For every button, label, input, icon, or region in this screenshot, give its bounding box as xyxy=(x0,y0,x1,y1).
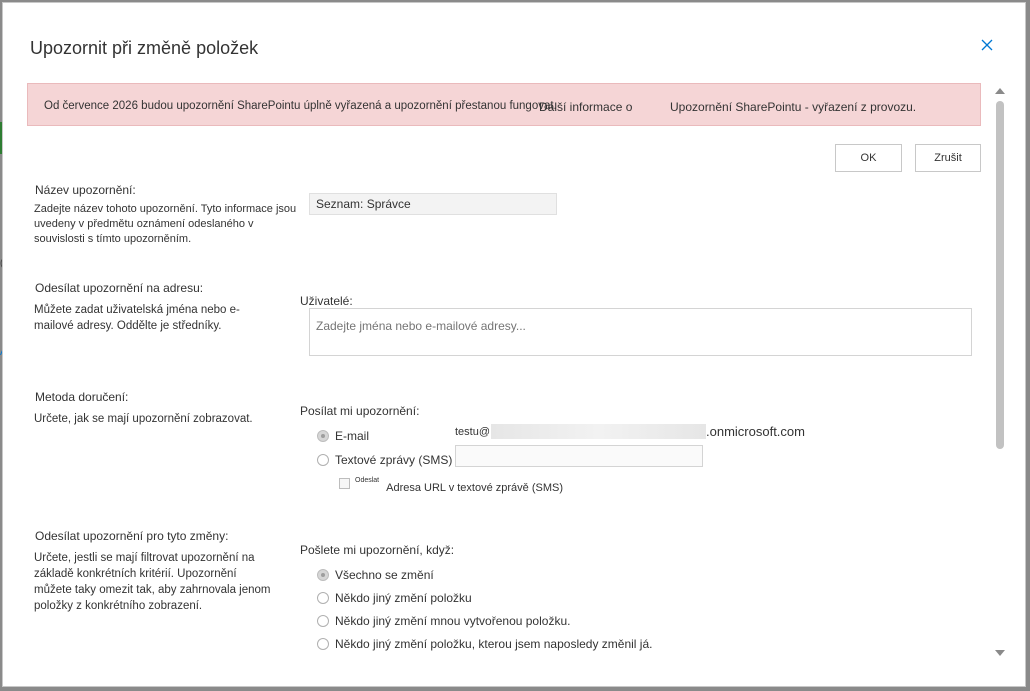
email-redaction xyxy=(491,424,706,439)
change-option-radio[interactable] xyxy=(317,638,329,650)
change-option-everything[interactable]: Všechno se změní xyxy=(317,567,434,583)
scrollbar-thumb[interactable] xyxy=(996,101,1004,449)
banner-message: Od července 2026 budou upozornění ShareP… xyxy=(44,100,557,112)
sms-url-checkbox-small-label: Odeslat xyxy=(355,477,380,484)
close-icon xyxy=(981,39,993,51)
email-address-prefix: testu@ xyxy=(455,426,491,438)
change-option-label: Všechno se změní xyxy=(335,568,434,582)
sms-url-checkbox-option[interactable]: Odeslat Adresa URL v textové zprávě (SMS… xyxy=(339,477,564,494)
sms-url-checkbox-label: Adresa URL v textové zprávě (SMS) xyxy=(386,482,564,494)
sms-radio[interactable] xyxy=(317,454,329,466)
change-option-label: Někdo jiný změní položku xyxy=(335,591,472,605)
banner-retirement-link[interactable]: Upozornění SharePointu - vyřazení z prov… xyxy=(670,100,916,114)
change-option-label: Někdo jiný změní položku, kterou jsem na… xyxy=(335,637,653,651)
alert-dialog: Upozornit při změně položek Od července … xyxy=(2,2,1026,687)
change-option-radio[interactable] xyxy=(317,569,329,581)
delivery-method-description: Určete, jak se mají upozornění zobrazova… xyxy=(34,413,253,425)
change-option-last-modified-by-me[interactable]: Někdo jiný změní položku, kterou jsem na… xyxy=(317,636,652,652)
cancel-button[interactable]: Zrušit xyxy=(915,144,981,172)
alert-name-input[interactable] xyxy=(309,193,557,215)
dialog-title: Upozornit při změně položek xyxy=(30,38,259,58)
email-radio-label: E-mail xyxy=(335,429,370,443)
sms-radio-label: Textové zprávy (SMS) xyxy=(335,453,453,467)
send-to-description: Můžete zadat uživatelská jména nebo e-ma… xyxy=(34,304,240,332)
email-radio[interactable] xyxy=(317,430,329,442)
send-me-alerts-label: Posílat mi upozornění: xyxy=(300,404,420,418)
sms-number-input[interactable] xyxy=(455,445,703,467)
send-to-title: Odesílat upozornění na adresu: xyxy=(35,281,204,295)
alert-name-description: Zadejte název tohoto upozornění. Tyto in… xyxy=(34,203,297,245)
change-filter-title: Odesílat upozornění pro tyto změny: xyxy=(35,529,229,543)
users-input[interactable] xyxy=(309,308,972,356)
alert-name-title: Název upozornění: xyxy=(35,183,136,197)
change-option-my-item[interactable]: Někdo jiný změní mnou vytvořenou položku… xyxy=(317,613,570,629)
close-button[interactable] xyxy=(975,33,999,57)
change-option-radio[interactable] xyxy=(317,592,329,604)
email-radio-option[interactable]: E-mail xyxy=(317,428,369,444)
scroll-up-arrow-icon[interactable] xyxy=(995,88,1005,94)
delivery-method-title: Metoda doručení: xyxy=(35,390,129,404)
change-option-label: Někdo jiný změní mnou vytvořenou položku… xyxy=(335,614,571,628)
sms-radio-option[interactable]: Textové zprávy (SMS) xyxy=(317,452,452,468)
retirement-warning-banner: Od července 2026 budou upozornění ShareP… xyxy=(27,83,981,126)
send-when-label: Pošlete mi upozornění, když: xyxy=(300,543,455,557)
dialog-scrollbar[interactable] xyxy=(993,87,1007,659)
email-address-suffix: .onmicrosoft.com xyxy=(706,424,805,439)
change-option-someone-else[interactable]: Někdo jiný změní položku xyxy=(317,590,472,606)
change-filter-description: Určete, jestli se mají filtrovat upozorn… xyxy=(34,552,271,612)
banner-more-info: Další informace o xyxy=(539,100,633,114)
change-option-radio[interactable] xyxy=(317,615,329,627)
sms-url-checkbox[interactable] xyxy=(339,478,350,489)
users-label: Uživatelé: xyxy=(300,294,353,308)
scroll-down-arrow-icon[interactable] xyxy=(995,650,1005,656)
ok-button[interactable]: OK xyxy=(835,144,902,172)
